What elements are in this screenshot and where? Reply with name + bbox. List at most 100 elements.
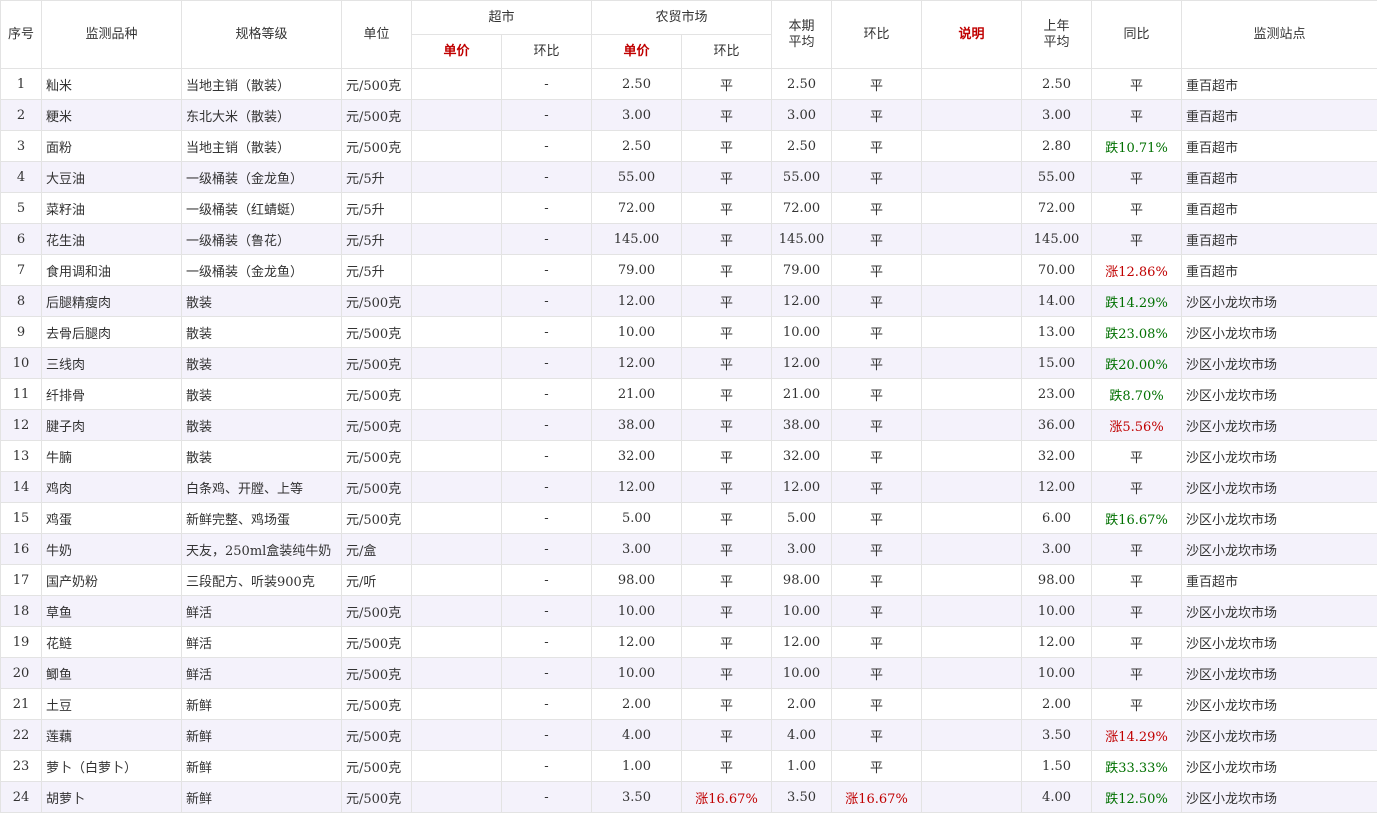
cell-supermarket-price bbox=[411, 68, 502, 100]
cell-unit: 元/500克 bbox=[341, 440, 412, 472]
cell-market-price: 72.00 bbox=[591, 192, 683, 224]
cell-period-avg: 3.00 bbox=[771, 533, 833, 565]
cell-supermarket-price bbox=[411, 688, 502, 720]
cell-supermarket-price bbox=[411, 595, 502, 627]
cell-yoy: 平 bbox=[1091, 161, 1183, 193]
cell-period-avg: 1.00 bbox=[771, 750, 833, 782]
cell-supermarket-price bbox=[411, 223, 502, 255]
cell-market-price: 2.50 bbox=[591, 130, 683, 162]
cell-note bbox=[921, 781, 1023, 813]
header-mom: 环比 bbox=[831, 0, 923, 69]
cell-market-price: 145.00 bbox=[591, 223, 683, 255]
table-row: 5 菜籽油 一级桶装（红蜻蜓） 元/5升 -72.00 平 72.00 平 72.00 平重百超市 bbox=[0, 192, 1377, 224]
header-supermarket-price: 单价 bbox=[411, 34, 502, 69]
header-yoy: 同比 bbox=[1091, 0, 1183, 69]
cell-supermarket-price bbox=[411, 130, 502, 162]
cell-supermarket-mom: - bbox=[500, 626, 593, 658]
cell-note bbox=[921, 192, 1023, 224]
cell-market-price: 12.00 bbox=[591, 626, 683, 658]
header-market: 农贸市场 bbox=[591, 0, 773, 35]
cell-item: 国产奶粉 bbox=[41, 564, 182, 596]
cell-unit: 元/500克 bbox=[341, 657, 412, 689]
cell-last-year-avg: 36.00 bbox=[1021, 409, 1093, 441]
cell-market-price: 10.00 bbox=[591, 595, 683, 627]
cell-item: 后腿精瘦肉 bbox=[41, 285, 182, 317]
cell-mom: 平 bbox=[831, 595, 923, 627]
cell-unit: 元/500克 bbox=[341, 502, 412, 534]
cell-index: 8 bbox=[0, 285, 42, 317]
table-row: 22 莲藕 新鲜 元/500克 -4.00 平 4.00 平 3.50 涨14.29% 沙区小龙坎市… bbox=[0, 719, 1377, 751]
cell-note bbox=[921, 471, 1023, 503]
cell-spec: 东北大米（散装） bbox=[181, 99, 342, 131]
cell-index: 13 bbox=[0, 440, 42, 472]
cell-supermarket-mom: - bbox=[500, 502, 593, 534]
cell-mom: 平 bbox=[831, 471, 923, 503]
cell-yoy: 涨5.56% bbox=[1091, 409, 1183, 441]
cell-note bbox=[921, 626, 1023, 658]
cell-station: 重百超市 bbox=[1181, 130, 1377, 162]
cell-spec: 一级桶装（金龙鱼） bbox=[181, 254, 342, 286]
cell-item: 花生油 bbox=[41, 223, 182, 255]
cell-index: 14 bbox=[0, 471, 42, 503]
cell-market-mom: 平 bbox=[681, 564, 773, 596]
cell-index: 3 bbox=[0, 130, 42, 162]
cell-spec: 当地主销（散装） bbox=[181, 68, 342, 100]
cell-mom: 平 bbox=[831, 409, 923, 441]
cell-note bbox=[921, 502, 1023, 534]
cell-mom: 平 bbox=[831, 626, 923, 658]
cell-last-year-avg: 10.00 bbox=[1021, 595, 1093, 627]
cell-unit: 元/500克 bbox=[341, 130, 412, 162]
cell-note bbox=[921, 285, 1023, 317]
cell-supermarket-mom: - bbox=[500, 409, 593, 441]
cell-market-mom: 平 bbox=[681, 316, 773, 348]
cell-mom: 平 bbox=[831, 719, 923, 751]
cell-yoy: 平 bbox=[1091, 68, 1183, 100]
cell-supermarket-price bbox=[411, 161, 502, 193]
cell-supermarket-mom: - bbox=[500, 99, 593, 131]
cell-market-price: 79.00 bbox=[591, 254, 683, 286]
cell-note bbox=[921, 68, 1023, 100]
cell-station: 沙区小龙坎市场 bbox=[1181, 626, 1377, 658]
cell-period-avg: 79.00 bbox=[771, 254, 833, 286]
header-supermarket-mom: 环比 bbox=[500, 34, 593, 69]
cell-note bbox=[921, 99, 1023, 131]
cell-supermarket-price bbox=[411, 564, 502, 596]
cell-last-year-avg: 6.00 bbox=[1021, 502, 1093, 534]
cell-spec: 一级桶装（红蜻蜓） bbox=[181, 192, 342, 224]
cell-spec: 鲜活 bbox=[181, 626, 342, 658]
header-market-mom: 环比 bbox=[681, 34, 773, 69]
table-row: 23 萝卜（白萝卜） 新鲜 元/500克 -1.00 平 1.00 平 1.50 跌33.33% 沙… bbox=[0, 750, 1377, 782]
cell-unit: 元/500克 bbox=[341, 347, 412, 379]
table-row: 21 土豆 新鲜 元/500克 -2.00 平 2.00 平 2.00 平沙区小龙坎市场 bbox=[0, 688, 1377, 720]
cell-period-avg: 4.00 bbox=[771, 719, 833, 751]
cell-spec: 天友，250ml盒装纯牛奶 bbox=[181, 533, 342, 565]
cell-yoy: 跌14.29% bbox=[1091, 285, 1183, 317]
cell-spec: 三段配方、听装900克 bbox=[181, 564, 342, 596]
cell-supermarket-price bbox=[411, 409, 502, 441]
cell-last-year-avg: 2.50 bbox=[1021, 68, 1093, 100]
cell-supermarket-price bbox=[411, 657, 502, 689]
cell-market-price: 12.00 bbox=[591, 347, 683, 379]
cell-yoy: 平 bbox=[1091, 533, 1183, 565]
header-station: 监测站点 bbox=[1181, 0, 1377, 69]
cell-item: 去骨后腿肉 bbox=[41, 316, 182, 348]
cell-spec: 散装 bbox=[181, 378, 342, 410]
cell-station: 沙区小龙坎市场 bbox=[1181, 409, 1377, 441]
cell-supermarket-price bbox=[411, 285, 502, 317]
cell-market-mom: 平 bbox=[681, 99, 773, 131]
cell-supermarket-price bbox=[411, 440, 502, 472]
cell-spec: 新鲜 bbox=[181, 688, 342, 720]
cell-market-price: 21.00 bbox=[591, 378, 683, 410]
cell-supermarket-price bbox=[411, 471, 502, 503]
cell-last-year-avg: 2.80 bbox=[1021, 130, 1093, 162]
cell-market-mom: 平 bbox=[681, 440, 773, 472]
cell-index: 22 bbox=[0, 719, 42, 751]
cell-station: 重百超市 bbox=[1181, 223, 1377, 255]
cell-station: 重百超市 bbox=[1181, 68, 1377, 100]
cell-mom: 平 bbox=[831, 688, 923, 720]
cell-unit: 元/5升 bbox=[341, 192, 412, 224]
cell-mom: 平 bbox=[831, 347, 923, 379]
cell-market-mom: 平 bbox=[681, 502, 773, 534]
cell-period-avg: 145.00 bbox=[771, 223, 833, 255]
cell-market-price: 2.00 bbox=[591, 688, 683, 720]
